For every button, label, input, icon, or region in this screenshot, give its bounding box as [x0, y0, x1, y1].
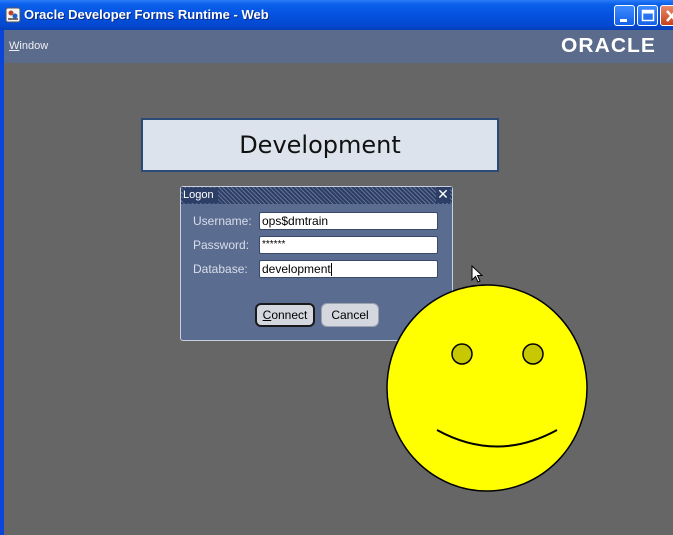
connect-button-label: Connect — [262, 308, 308, 322]
window-title: Oracle Developer Forms Runtime - Web — [24, 7, 269, 22]
environment-banner: Development — [141, 118, 499, 172]
mouse-pointer-icon — [471, 265, 484, 283]
database-label: Database: — [193, 262, 248, 276]
password-label: Password: — [193, 238, 250, 252]
environment-banner-text: Development — [239, 131, 401, 159]
username-field[interactable]: ops$dmtrain — [259, 212, 438, 230]
title-bar[interactable]: Oracle Developer Forms Runtime - Web — [0, 0, 673, 30]
minimize-button[interactable] — [614, 5, 635, 26]
close-window-button[interactable] — [660, 5, 673, 26]
menu-window[interactable]: Window — [9, 40, 48, 52]
text-caret — [330, 263, 332, 277]
close-icon — [666, 10, 673, 22]
maximize-button[interactable] — [637, 5, 658, 26]
cancel-button[interactable]: Cancel — [321, 303, 379, 327]
logon-dialog-titlebar[interactable]: Logon ✕ — [181, 187, 452, 204]
smiley-face-icon — [386, 284, 588, 492]
logon-dialog-title: Logon — [183, 188, 218, 203]
database-value: development — [262, 262, 331, 276]
connect-button[interactable]: Connect — [255, 303, 315, 327]
password-field[interactable]: ****** — [259, 236, 438, 254]
app-window: Oracle Developer Forms Runtime - Web Win… — [0, 0, 673, 535]
cancel-button-label: Cancel — [331, 308, 369, 322]
java-app-icon — [5, 7, 21, 23]
username-label: Username: — [193, 214, 252, 228]
maximize-icon — [641, 9, 655, 22]
logon-close-icon[interactable]: ✕ — [436, 187, 450, 203]
menu-bar: Window ORACLE — [4, 30, 673, 63]
database-field[interactable]: development — [259, 260, 438, 278]
minimize-icon — [620, 19, 627, 22]
oracle-logo: ORACLE — [561, 35, 656, 57]
